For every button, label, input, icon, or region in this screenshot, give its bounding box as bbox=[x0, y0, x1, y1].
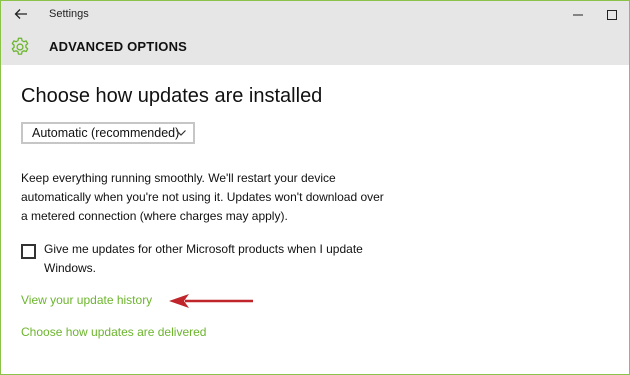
back-button[interactable] bbox=[9, 3, 33, 25]
microsoft-updates-checkbox[interactable] bbox=[21, 244, 36, 259]
install-mode-value: Automatic (recommended) bbox=[32, 126, 180, 140]
app-title: Settings bbox=[49, 8, 89, 20]
view-update-history-link[interactable]: View your update history bbox=[21, 293, 152, 307]
choose-delivery-link[interactable]: Choose how updates are delivered bbox=[21, 325, 206, 339]
maximize-button[interactable] bbox=[595, 1, 629, 28]
title-bar: Settings bbox=[1, 1, 629, 28]
install-description: Keep everything running smoothly. We'll … bbox=[21, 171, 384, 223]
minimize-button[interactable] bbox=[561, 1, 595, 28]
gear-icon bbox=[11, 37, 29, 55]
minimize-icon bbox=[573, 14, 583, 15]
chevron-down-icon bbox=[176, 130, 186, 136]
page-title: ADVANCED OPTIONS bbox=[49, 39, 188, 54]
install-mode-dropdown[interactable]: Automatic (recommended) bbox=[21, 122, 195, 144]
page-header: ADVANCED OPTIONS bbox=[1, 28, 629, 65]
section-heading: Choose how updates are installed bbox=[21, 85, 323, 107]
microsoft-updates-label[interactable]: Give me updates for other Microsoft prod… bbox=[44, 240, 384, 278]
window-controls bbox=[561, 1, 629, 28]
maximize-icon bbox=[607, 9, 617, 20]
red-arrow-icon bbox=[169, 294, 253, 308]
back-arrow-icon bbox=[14, 9, 27, 19]
settings-window: Settings ADVANCED OPTIONS Choose how upd… bbox=[0, 0, 630, 375]
